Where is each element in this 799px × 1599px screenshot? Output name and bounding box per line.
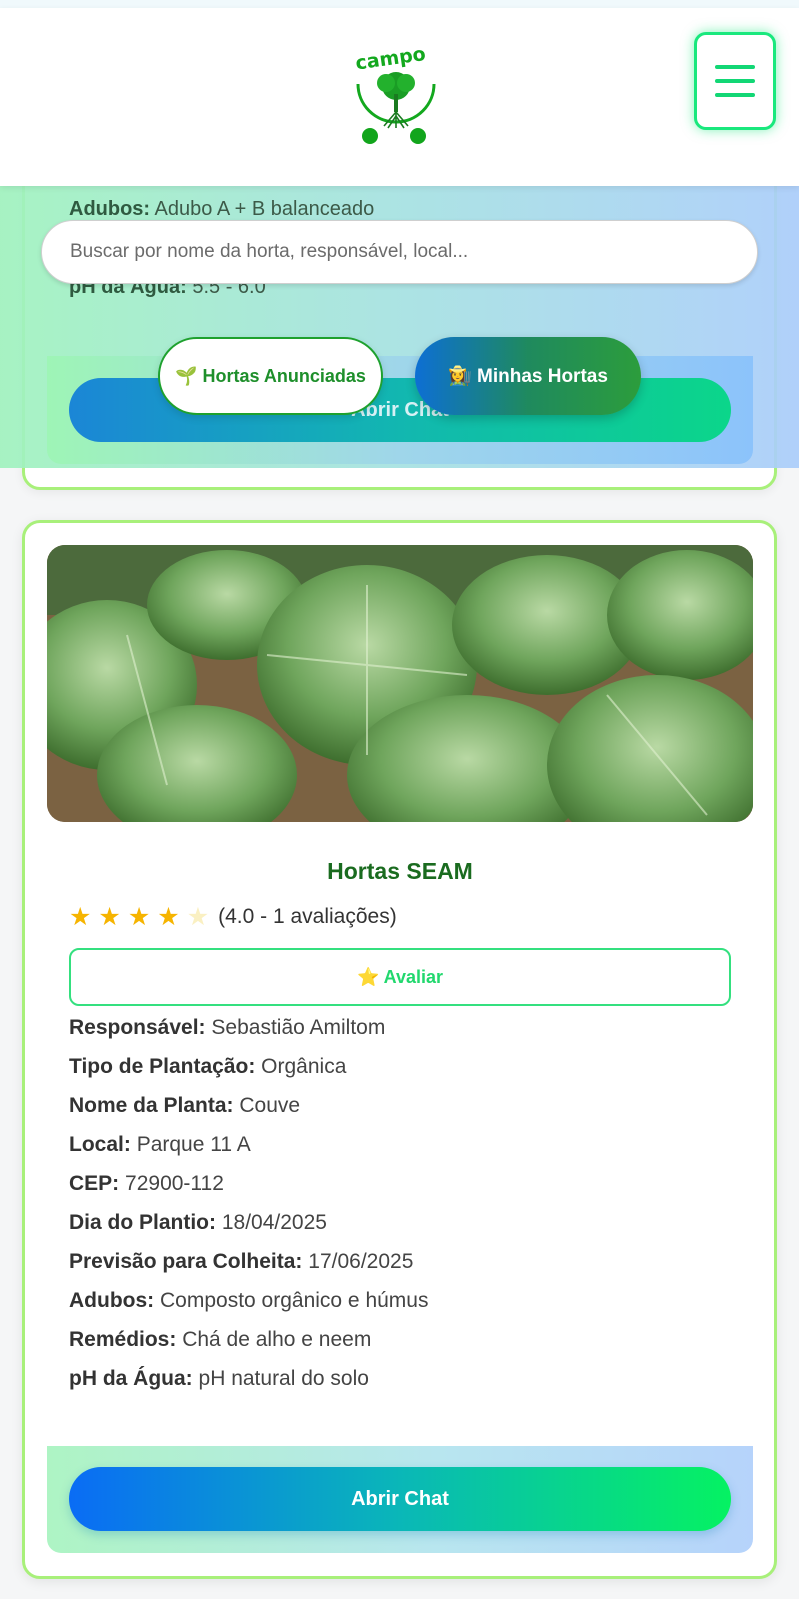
prev-adubos-row: Adubos: Adubo A + B balanceado [69, 198, 374, 221]
star-icon: ★ [69, 903, 92, 931]
garden-info-list: Responsável: Sebastião Amiltom Tipo de P… [69, 1015, 731, 1405]
prev-adubos-label: Adubos: [69, 198, 151, 220]
star-icon: ★ [98, 903, 121, 931]
app-header: campo [0, 8, 799, 186]
rating-text: (4.0 - 1 avaliações) [218, 905, 397, 928]
tab-minhas-hortas[interactable]: 👩‍🌾 Minhas Hortas [415, 337, 641, 415]
open-chat-button[interactable]: Abrir Chat [69, 1467, 731, 1531]
rate-button[interactable]: ⭐ Avaliar [69, 948, 731, 1006]
tab-hortas-anunciadas[interactable]: 🌱 Hortas Anunciadas [158, 337, 383, 415]
rating-row: ★ ★ ★ ★ ★ (4.0 - 1 avaliações) [69, 902, 397, 932]
star-empty-icon: ★ [186, 903, 210, 931]
info-responsavel: Responsável: Sebastião Amiltom [69, 1016, 386, 1039]
prev-adubos-value: Adubo A + B balanceado [154, 198, 375, 220]
info-previsao-colheita: Previsão para Colheita: 17/06/2025 [69, 1250, 414, 1273]
campo-logo: campo [348, 36, 444, 148]
info-adubos: Adubos: Composto orgânico e húmus [69, 1289, 429, 1312]
top-strip [0, 0, 799, 8]
hamburger-menu-icon[interactable] [694, 32, 776, 130]
search-input[interactable] [41, 220, 758, 284]
star-icon: ★ [157, 903, 180, 931]
info-ph-agua: pH da Água: pH natural do solo [69, 1367, 369, 1390]
garden-photo [47, 545, 753, 822]
star-icon: ★ [127, 903, 151, 931]
info-cep: CEP: 72900-112 [69, 1172, 224, 1195]
info-tipo-plantacao: Tipo de Plantação: Orgânica [69, 1055, 347, 1078]
info-nome-planta: Nome da Planta: Couve [69, 1094, 301, 1117]
info-local: Local: Parque 11 A [69, 1133, 251, 1156]
logo-text: campo [354, 43, 427, 75]
garden-title: Hortas SEAM [327, 858, 473, 884]
info-dia-plantio: Dia do Plantio: 18/04/2025 [69, 1211, 327, 1234]
info-remedios: Remédios: Chá de alho e neem [69, 1328, 372, 1351]
